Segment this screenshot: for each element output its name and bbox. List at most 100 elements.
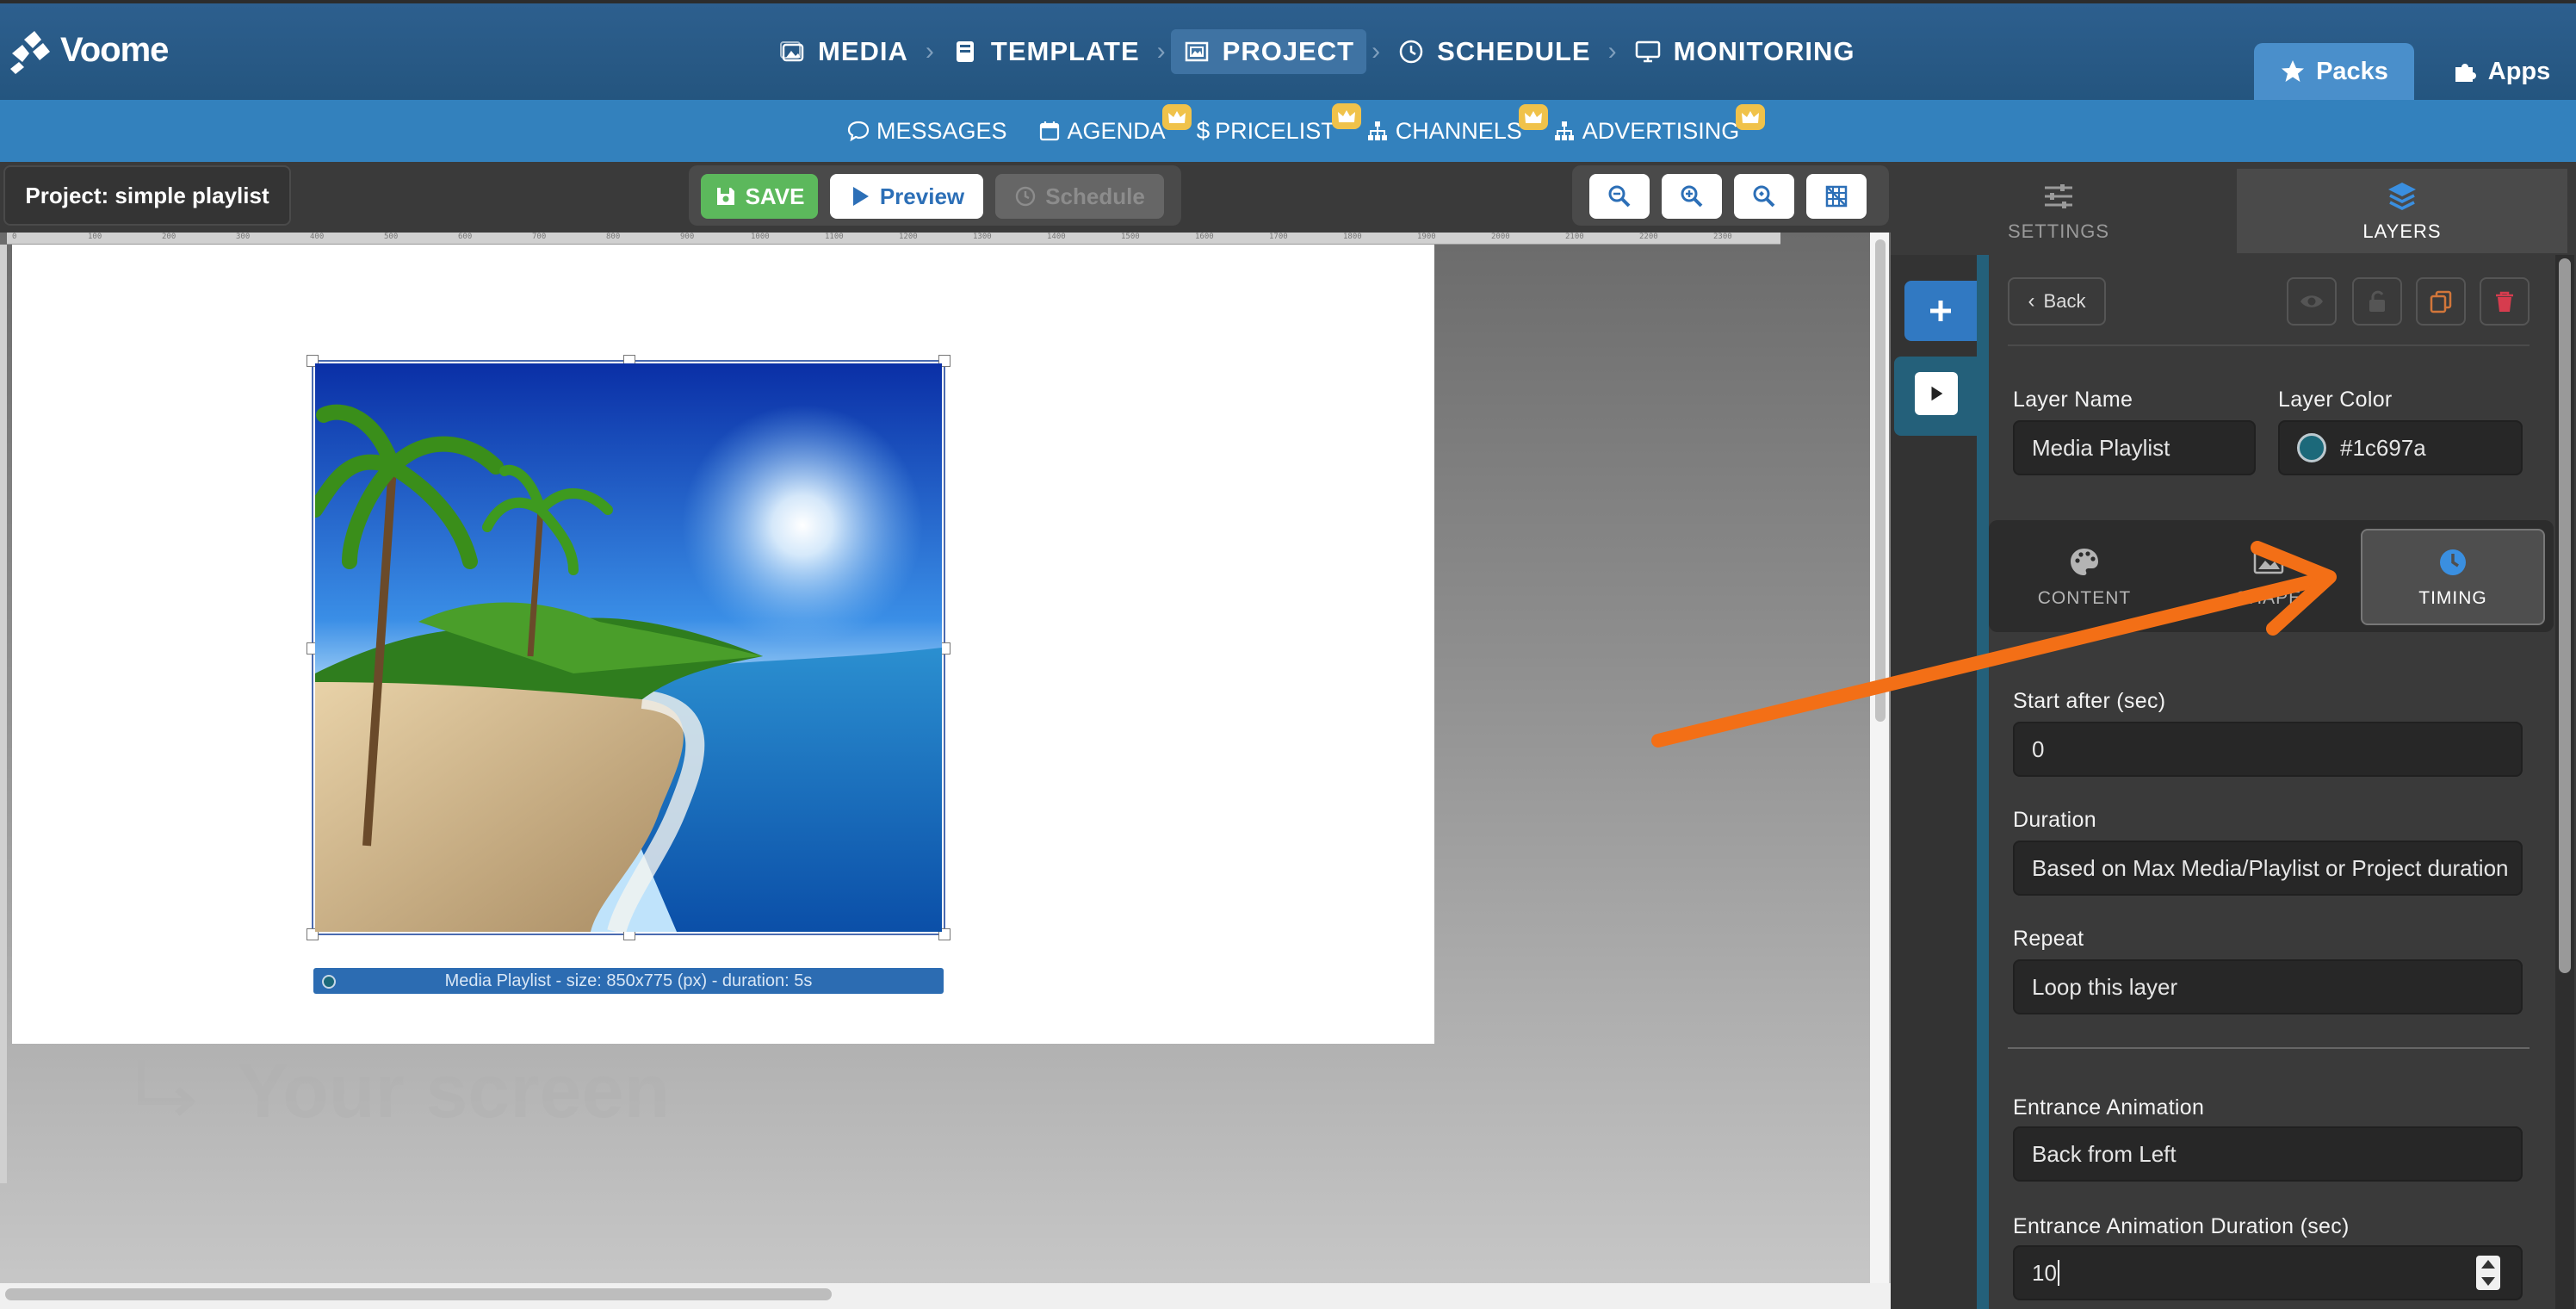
trash-icon [2496,291,2513,312]
nav-monitoring[interactable]: MONITORING [1622,29,1867,74]
sitemap-icon [1367,121,1387,140]
zoom-fit-icon [1753,185,1775,208]
schedule-button[interactable]: Schedule [995,174,1164,219]
stepper-up-icon[interactable] [2481,1260,2495,1269]
zoom-in-icon [1681,185,1703,208]
clock-icon [2440,549,2466,575]
subnav-advertising[interactable]: ADVERTISING [1553,103,1766,145]
beach-playlist-image[interactable] [315,363,942,932]
subnav-messages[interactable]: MESSAGES [847,118,1007,145]
zoom-out-button[interactable] [1589,174,1650,219]
divider [2008,1047,2530,1049]
back-button[interactable]: ‹ Back [2008,277,2106,326]
image-icon [780,41,804,62]
copy-icon [2430,290,2452,313]
packs-label: Packs [2316,57,2388,85]
tab-timing-label: TIMING [2418,588,2487,608]
preview-button[interactable]: Preview [830,174,983,219]
logo-icon [10,31,50,74]
vertical-ruler [0,245,7,1183]
number-stepper[interactable] [2476,1256,2500,1290]
subnav-channels-label: CHANNELS [1395,117,1522,144]
duration-select[interactable]: Based on Max Media/Playlist or Project d… [2013,841,2523,896]
zoom-out-icon [1608,185,1631,208]
sliders-icon [2045,184,2072,208]
layer-caption-bar[interactable]: Media Playlist - size: 850x775 (px) - du… [313,968,944,994]
add-layer-button[interactable] [1904,281,1977,341]
color-swatch[interactable] [2297,433,2326,462]
repeat-select[interactable]: Loop this layer [2013,959,2523,1014]
canvas-horizontal-scroll-thumb[interactable] [5,1288,832,1300]
layer-name-input[interactable]: Media Playlist [2013,420,2256,475]
delete-layer-button[interactable] [2480,277,2530,326]
nav-template-label: TEMPLATE [990,36,1140,66]
tab-settings-label: SETTINGS [2007,220,2109,242]
layer-name-label: Layer Name [2013,388,2133,412]
tab-layers-label: LAYERS [2362,220,2442,242]
your-screen-text: Your screen [238,1048,671,1133]
lock-layer-button[interactable] [2352,277,2402,326]
subnav-pricelist-label: PRICELIST [1215,117,1335,144]
tab-timing[interactable]: TIMING [2361,529,2545,625]
plus-icon [1930,301,1951,321]
media-playlist-layer-button[interactable] [1915,372,1958,415]
packs-tab[interactable]: Packs [2254,43,2414,100]
stepper-down-icon[interactable] [2481,1277,2495,1286]
duration-label: Duration [2013,808,2096,832]
nav-media-label: MEDIA [818,36,908,66]
panel-scroll-thumb[interactable] [2559,258,2571,973]
star-icon [2282,60,2305,82]
nav-project[interactable]: PROJECT [1170,29,1367,74]
premium-crown-icon [1161,103,1192,130]
divider [2008,344,2530,346]
nav-project-label: PROJECT [1222,36,1355,66]
subnav-pricelist[interactable]: $ PRICELIST [1196,103,1361,145]
repeat-label: Repeat [2013,927,2084,951]
nav-template[interactable]: TEMPLATE [939,29,1152,74]
layer-color-input[interactable]: #1c697a [2278,420,2523,475]
nav-schedule[interactable]: SCHEDULE [1385,29,1603,74]
subnav-messages-label: MESSAGES [876,117,1007,144]
project-title: Project: simple playlist [3,165,291,226]
chevron-right-icon: › [1156,37,1166,65]
subnav-channels[interactable]: CHANNELS [1366,103,1548,145]
chevron-right-icon: › [1372,37,1381,65]
grid-icon [1825,185,1848,208]
nav-schedule-label: SCHEDULE [1437,36,1591,66]
entrance-animation-duration-label: Entrance Animation Duration (sec) [2013,1214,2350,1238]
preview-label: Preview [879,183,965,209]
premium-crown-icon [1331,103,1361,129]
layers-icon [2388,183,2416,210]
secondary-navigation: MESSAGES AGENDA $ PRICELIST CHANNELS ADV… [847,100,1770,162]
schedule-label: Schedule [1045,183,1145,209]
entrance-animation-duration-value: 10 [2032,1259,2057,1286]
apps-tab[interactable]: Apps [2437,43,2566,100]
book-icon [956,41,974,62]
premium-crown-icon [1736,103,1766,130]
tab-layers[interactable]: LAYERS [2237,169,2567,253]
zoom-fit-button[interactable] [1734,174,1794,219]
voome-logo[interactable]: Voome [7,24,169,76]
zoom-in-button[interactable] [1662,174,1722,219]
nav-monitoring-label: MONITORING [1673,36,1855,66]
save-label: SAVE [745,183,805,209]
sitemap-icon [1554,121,1574,140]
apps-label: Apps [2487,57,2551,85]
dollar-icon: $ [1196,117,1211,144]
nav-media[interactable]: MEDIA [766,29,920,74]
grid-toggle-button[interactable] [1806,174,1867,219]
layer-color-value: #1c697a [2340,434,2426,461]
floppy-disk-icon [716,188,734,205]
entrance-animation-select[interactable]: Back from Left [2013,1126,2523,1182]
duplicate-layer-button[interactable] [2416,277,2466,326]
toggle-visibility-button[interactable] [2287,277,2337,326]
tab-settings[interactable]: SETTINGS [1891,169,2226,253]
chevron-right-icon: › [925,37,934,65]
save-button[interactable]: SAVE [701,174,818,219]
entrance-animation-duration-input[interactable]: 10 [2013,1245,2523,1300]
puzzle-icon [2455,64,2476,82]
layer-caption: Media Playlist - size: 850x775 (px) - du… [444,971,813,990]
subnav-agenda[interactable]: AGENDA [1038,103,1192,145]
play-icon [852,187,869,206]
your-screen-hint: Your screen [129,1047,670,1135]
